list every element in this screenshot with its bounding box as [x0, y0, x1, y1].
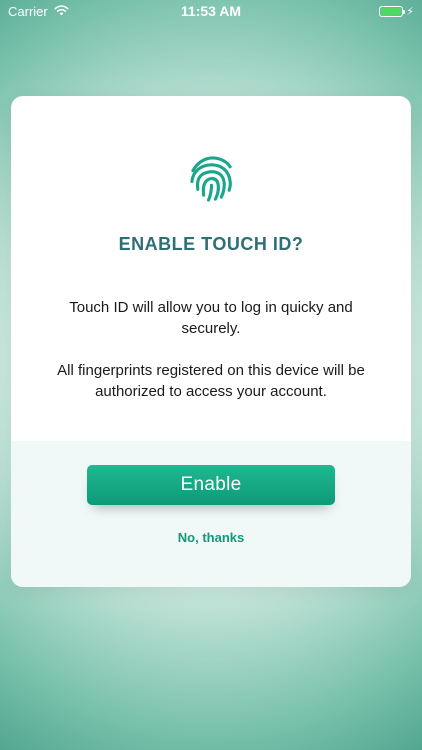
- battery-fill: [381, 7, 402, 15]
- carrier-label: Carrier: [8, 3, 48, 19]
- touch-id-dialog: ENABLE TOUCH ID? Touch ID will allow you…: [11, 96, 411, 587]
- dialog-text-fingerprints: All fingerprints registered on this devi…: [57, 362, 365, 400]
- status-bar: Carrier 11:53 AM ⚡: [0, 0, 422, 22]
- dialog-title: ENABLE TOUCH ID?: [118, 234, 304, 254]
- wifi-icon: [54, 4, 69, 19]
- status-left: Carrier: [8, 4, 69, 19]
- dialog-content: ENABLE TOUCH ID? Touch ID will allow you…: [11, 96, 411, 441]
- dialog-actions: Enable No, thanks: [11, 441, 411, 587]
- status-right: ⚡: [379, 5, 414, 18]
- dialog-text-touch-id: Touch ID will allow you to log in quicky…: [69, 299, 353, 337]
- charging-bolt-icon: ⚡: [406, 5, 414, 18]
- battery-icon: [379, 5, 406, 17]
- no-thanks-link[interactable]: No, thanks: [11, 530, 411, 545]
- enable-button[interactable]: Enable: [87, 465, 335, 505]
- fingerprint-icon: [187, 154, 236, 203]
